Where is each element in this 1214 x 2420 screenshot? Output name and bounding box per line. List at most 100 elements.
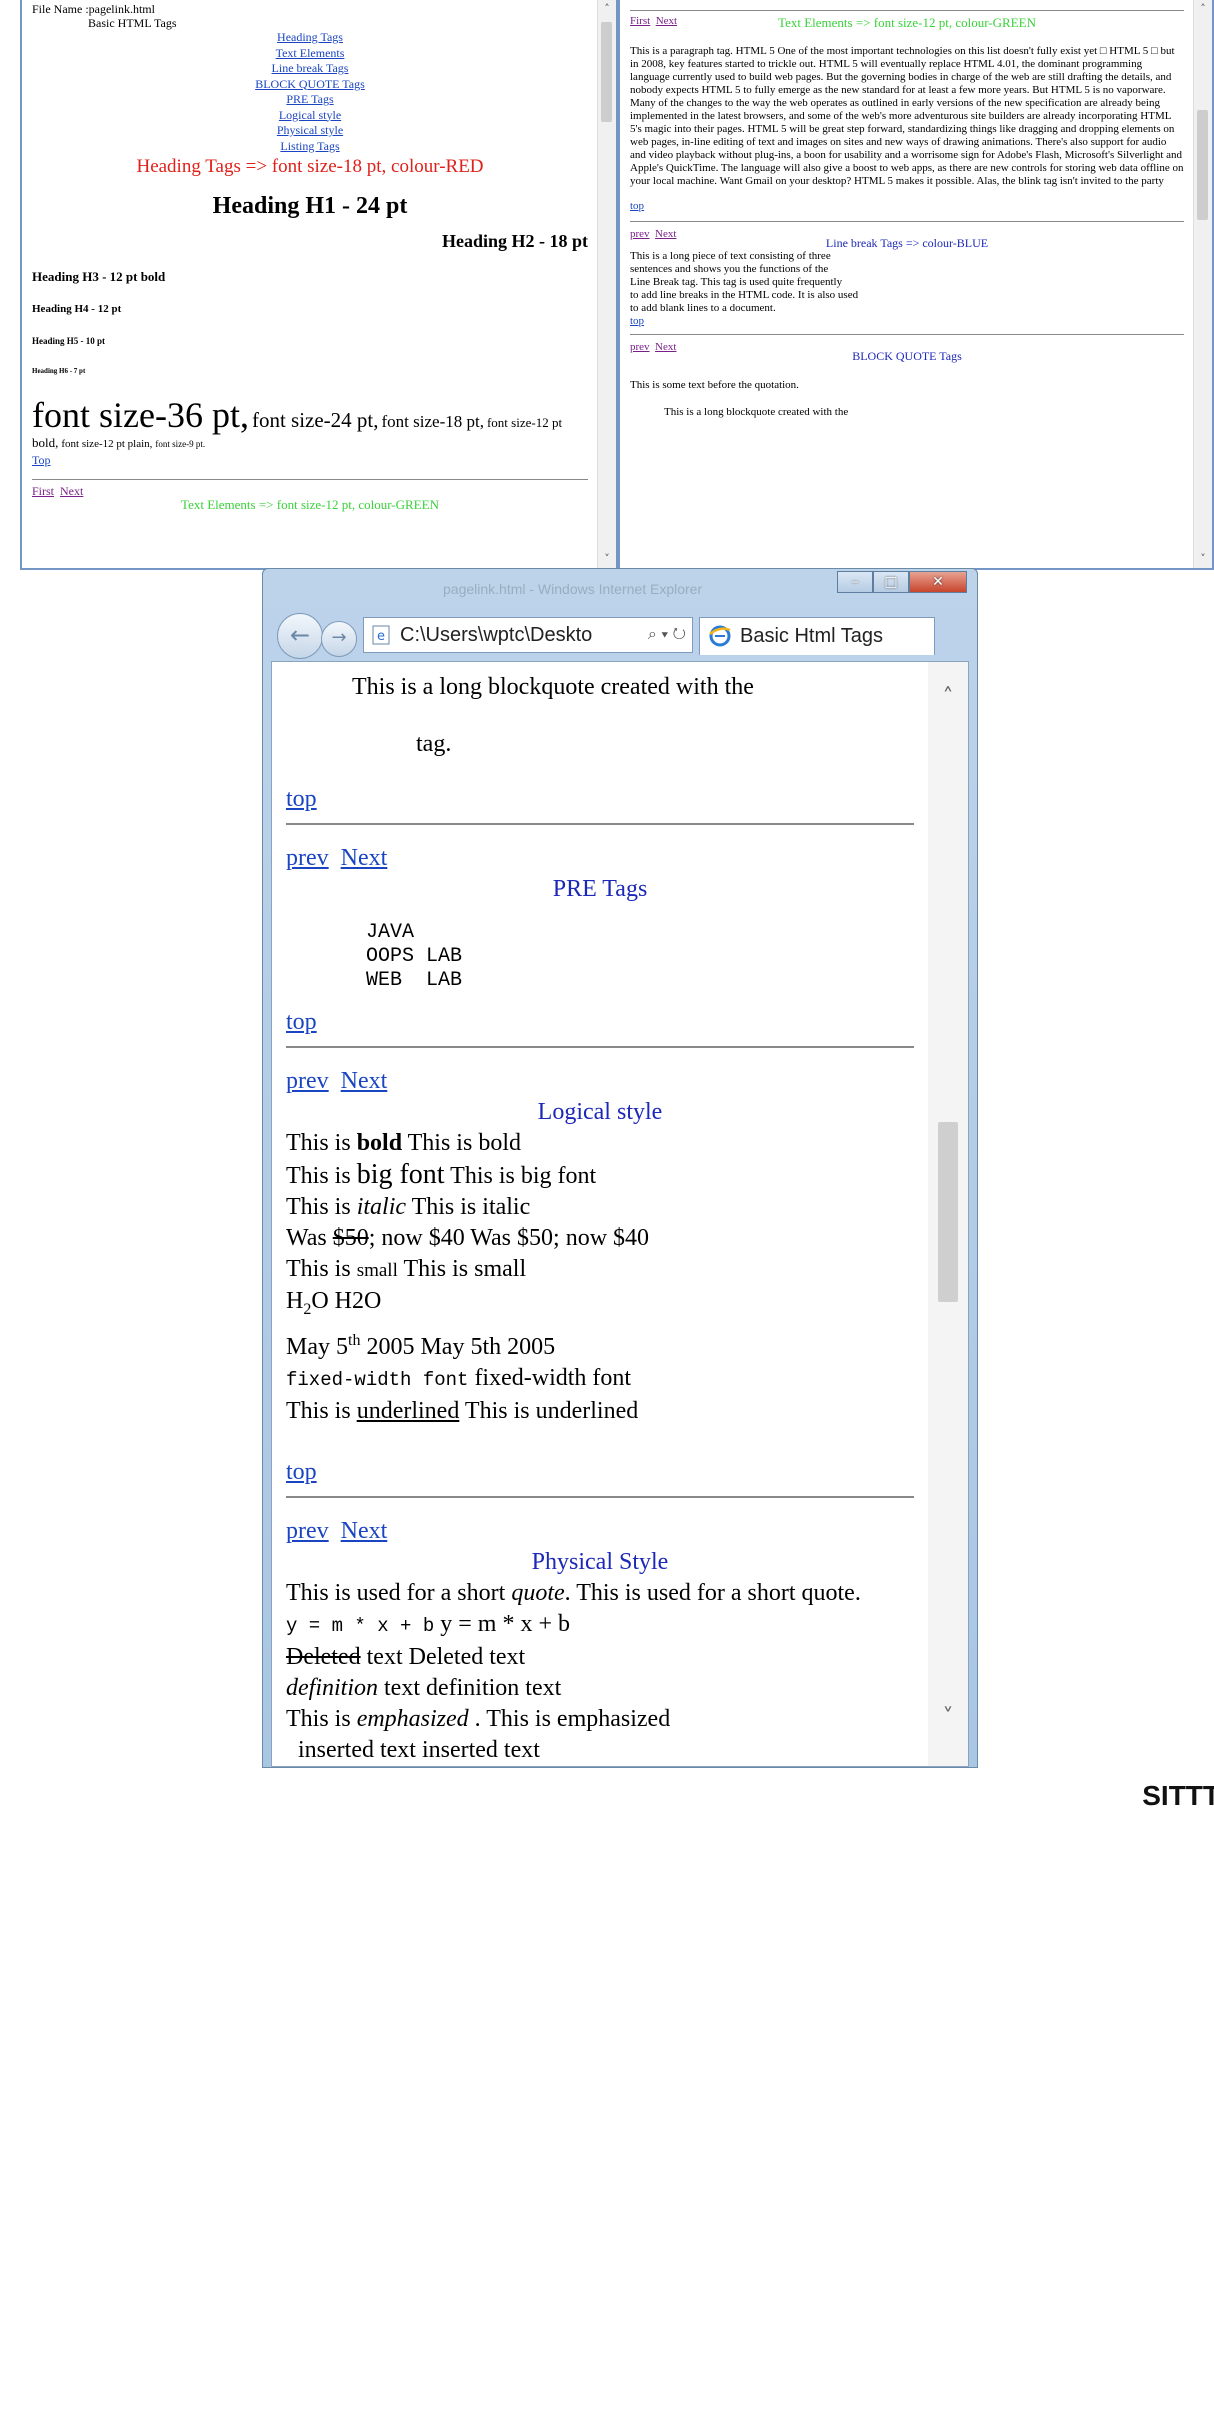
nav-next-link[interactable]: Next xyxy=(341,1518,388,1544)
scroll-up-icon[interactable]: ˄ xyxy=(1194,0,1212,18)
top-link[interactable]: top xyxy=(286,1009,317,1035)
line-break-title: Line break Tags => colour-BLUE xyxy=(825,236,989,250)
logical-strike-line: Was $50; now $40 Was $50; now $40 xyxy=(286,1225,650,1251)
dropdown-icon[interactable]: ▾ xyxy=(661,626,668,643)
address-bar[interactable]: e C:\Users\wptc\Deskto ⌕ ▾ ↻ xyxy=(363,617,693,653)
nav-next-link[interactable]: Next xyxy=(656,15,677,27)
physical-style-title: Physical Style xyxy=(531,1548,669,1575)
scroll-thumb[interactable] xyxy=(938,1122,958,1302)
nav-prev-link[interactable]: prev xyxy=(630,341,650,353)
before-quote-text: This is some text before the quotation. xyxy=(630,379,799,391)
file-name: File Name :pagelink.html xyxy=(32,2,155,16)
top-link[interactable]: top xyxy=(286,1459,317,1485)
logical-big-line: This is big font This is big font xyxy=(286,1159,597,1190)
window-controls: – □ ✕ xyxy=(837,571,967,593)
divider xyxy=(286,823,914,825)
divider xyxy=(32,479,588,480)
window-title: pagelink.html - Windows Internet Explore… xyxy=(443,581,703,597)
blockquote-text: This is a long blockquote created with t… xyxy=(664,406,849,418)
physical-definition-line: definition text definition text xyxy=(286,1674,562,1701)
nav-prev-link[interactable]: prev xyxy=(286,1518,329,1544)
top-link[interactable]: top xyxy=(630,315,644,327)
divider xyxy=(286,1495,914,1498)
nav-next-link[interactable]: Next xyxy=(655,228,676,240)
toc-block-quote-tags[interactable]: BLOCK QUOTE Tags xyxy=(255,77,365,91)
back-button[interactable]: ← xyxy=(277,613,323,659)
scroll-down-icon[interactable]: ˅ xyxy=(1194,550,1212,568)
top-link[interactable]: Top xyxy=(32,453,51,467)
nav-next-link[interactable]: Next xyxy=(60,484,83,498)
toc-pre-tags[interactable]: PRE Tags xyxy=(286,92,333,106)
nav-first-link[interactable]: First xyxy=(630,15,650,27)
ie-scrollbar[interactable]: ˄ ˅ xyxy=(928,662,968,1766)
nav-next-link[interactable]: Next xyxy=(655,341,676,353)
toc-logical-style[interactable]: Logical style xyxy=(279,108,341,122)
close-icon[interactable]: ✕ xyxy=(909,571,967,593)
font-9: font size-9 pt. xyxy=(155,439,206,449)
physical-quote-line: This is used for a short quote. This is … xyxy=(286,1579,861,1606)
logical-bold-line: This is bold This is bold xyxy=(286,1130,521,1156)
minimize-icon[interactable]: – xyxy=(837,571,873,593)
svg-text:e: e xyxy=(377,629,385,644)
heading-h1: Heading H1 - 24 pt xyxy=(212,193,408,219)
blockquote-title: BLOCK QUOTE Tags xyxy=(852,349,962,363)
right-page-content: First Next Text Elements => font size-12… xyxy=(620,0,1194,568)
toc-text-elements[interactable]: Text Elements xyxy=(276,46,345,60)
logical-style-title: Logical style xyxy=(537,1099,663,1125)
ie-logo-icon xyxy=(709,625,731,647)
search-icon[interactable]: ⌕ xyxy=(648,626,657,643)
top-link[interactable]: top xyxy=(286,786,317,812)
nav-prev-link[interactable]: prev xyxy=(286,1068,329,1094)
tab-title: Basic Html Tags xyxy=(740,625,884,647)
scroll-down-icon[interactable]: ˅ xyxy=(598,550,616,568)
physical-inserted-line: inserted text inserted text xyxy=(298,1736,540,1763)
nav-bar: ← → e C:\Users\wptc\Deskto ⌕ ▾ ↻ Basic H… xyxy=(271,609,969,659)
logical-underline-line: This is underlined This is underlined xyxy=(286,1397,639,1424)
scroll-up-icon[interactable]: ˄ xyxy=(928,680,968,716)
nav-first-link[interactable]: First xyxy=(32,484,54,498)
nav-prev-link[interactable]: prev xyxy=(630,228,650,240)
physical-emphasis-line: This is emphasized . This is emphasized xyxy=(286,1705,671,1732)
heading-h2: Heading H2 - 18 pt xyxy=(441,231,588,251)
left-scrollbar[interactable]: ˄ ˅ xyxy=(597,0,616,568)
toc-heading-tags[interactable]: Heading Tags xyxy=(277,30,343,44)
line-break-text: This is a long piece of text consisting … xyxy=(630,250,859,314)
nav-prev-link[interactable]: prev xyxy=(286,845,329,871)
page-title: Basic HTML Tags xyxy=(88,16,177,30)
logical-sup-line: May 5th 2005 May 5th 2005 xyxy=(286,1331,556,1360)
logical-sub-line: H2O H2O xyxy=(286,1288,382,1318)
scroll-down-icon[interactable]: ˅ xyxy=(928,1700,968,1736)
html5-paragraph: This is a paragraph tag. HTML 5 One of t… xyxy=(630,45,1184,187)
text-elements-title: Text Elements => font size-12 pt, colour… xyxy=(778,15,1036,30)
logical-italic-line: This is italic This is italic xyxy=(286,1194,531,1220)
physical-deleted-line: Deleted text Deleted text xyxy=(286,1643,526,1670)
font-36: font size-36 pt, xyxy=(32,395,249,435)
maximize-icon[interactable]: □ xyxy=(873,571,909,593)
back-arrow-icon: ← xyxy=(289,621,311,649)
font-24: font size-24 pt, xyxy=(251,408,379,432)
divider xyxy=(286,1046,914,1048)
physical-code-line: y = m * x + b y = m * x + b xyxy=(286,1610,570,1637)
toc-line-break-tags[interactable]: Line break Tags xyxy=(272,61,349,75)
heading-section-title: Heading Tags => font size-18 pt, colour-… xyxy=(136,156,484,177)
left-page-content: File Name :pagelink.html Basic HTML Tags… xyxy=(22,0,598,568)
forward-arrow-icon: → xyxy=(331,627,347,648)
title-bar[interactable]: pagelink.html - Windows Internet Explore… xyxy=(263,569,977,609)
nav-next-link[interactable]: Next xyxy=(341,1068,388,1094)
heading-h5: Heading H5 - 10 pt xyxy=(32,336,106,346)
ie-page-icon: e xyxy=(372,625,390,645)
top-link[interactable]: top xyxy=(630,200,644,212)
scroll-up-icon[interactable]: ˄ xyxy=(598,0,616,18)
toc-listing-tags[interactable]: Listing Tags xyxy=(280,139,339,153)
refresh-icon[interactable]: ↻ xyxy=(673,626,687,643)
scroll-thumb[interactable] xyxy=(601,22,612,122)
nav-next-link[interactable]: Next xyxy=(341,845,388,871)
scroll-thumb[interactable] xyxy=(1197,110,1208,220)
toc-physical-style[interactable]: Physical style xyxy=(277,123,343,137)
browser-tab[interactable]: Basic Html Tags xyxy=(699,617,935,655)
ie-browser-window: pagelink.html - Windows Internet Explore… xyxy=(262,568,978,1768)
right-scrollbar[interactable]: ˄ ˅ xyxy=(1193,0,1212,568)
forward-button[interactable]: → xyxy=(321,621,357,657)
pre-tags-title: PRE Tags xyxy=(552,876,648,902)
heading-h4: Heading H4 - 12 pt xyxy=(32,303,122,315)
